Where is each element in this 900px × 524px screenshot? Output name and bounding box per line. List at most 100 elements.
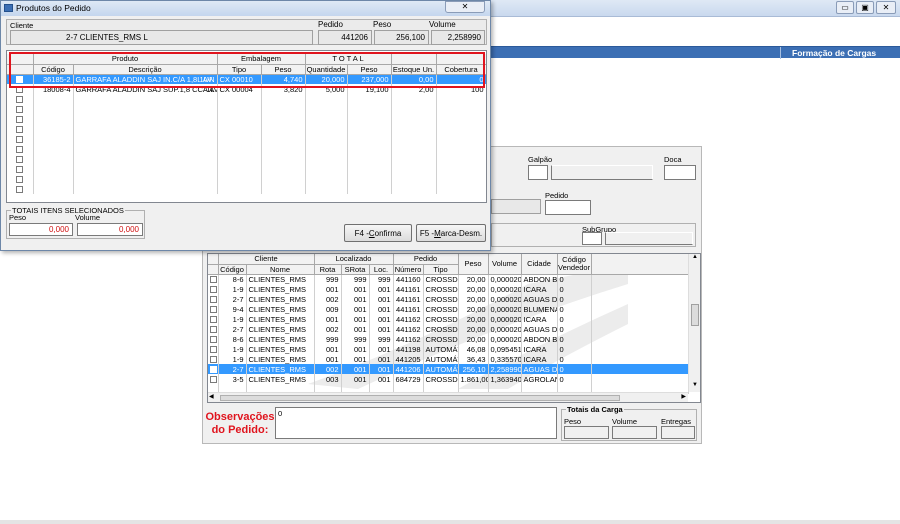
subgrupo-input[interactable] [582,232,602,245]
cell-srota: 001 [341,374,370,384]
empty-product-row[interactable] [7,114,486,124]
totais-selecionados-title: TOTAIS ITENS SELECIONADOS [11,206,125,215]
cell-codigo: 1-9 [218,354,247,364]
empty-product-row[interactable] [7,144,486,154]
cell-vendedor: 0 [557,314,592,324]
confirma-button[interactable]: F4 - Confirma [344,224,412,242]
product-checkbox[interactable] [16,126,24,134]
row-checkbox[interactable] [210,346,217,354]
table-row[interactable]: 2-7CLIENTES_RMS002001001441161CROSSDO(20… [208,294,689,304]
observacoes-textarea[interactable]: 0 [275,407,557,439]
table-row[interactable]: 1-9CLIENTES_RMS001001001441205AUTOMÁTI36… [208,354,689,364]
col-volume[interactable]: Volume [488,254,522,275]
subgrupo-group: SubGrupo [491,223,696,247]
galpao-desc-input[interactable] [551,165,653,180]
empty-product-row[interactable] [7,94,486,104]
galpao-input[interactable] [528,165,548,180]
dialog-close-icon[interactable]: ✕ [445,1,485,13]
table-row[interactable]: 2-7CLIENTES_RMS002001001441162CROSSDO(20… [208,324,689,334]
row-checkbox[interactable] [210,276,217,284]
totais-peso-field [564,426,609,439]
orders-horizontal-scrollbar[interactable]: ◀ ▶ [208,392,688,402]
product-checkbox[interactable] [16,156,24,164]
product-checkbox[interactable] [16,106,24,114]
empty-product-row[interactable] [7,164,486,174]
cell-loc: 001 [369,344,394,354]
cell-vendedor: 0 [557,294,592,304]
close-icon[interactable]: ✕ [876,1,896,14]
scroll-thumb[interactable] [691,304,699,326]
cell-peso: 256,10 [458,364,489,374]
product-checkbox[interactable] [16,136,24,144]
row-checkbox[interactable] [210,336,217,344]
cell-srota: 001 [341,294,370,304]
col-cidade[interactable]: Cidade [521,254,558,275]
h-scroll-thumb[interactable] [220,395,620,401]
col-nome[interactable]: Nome [246,264,315,275]
col-codigo[interactable]: Código [218,264,247,275]
group-header-pedido: Pedido [393,254,459,265]
cell-rota: 003 [314,374,342,384]
doca-input[interactable] [664,165,696,180]
col-peso[interactable]: Peso [458,254,489,275]
cell-peso: 36,43 [458,354,489,364]
empty-product-row[interactable] [7,174,486,184]
col-srota[interactable]: SRota [341,264,370,275]
product-checkbox[interactable] [16,96,24,104]
empty-product-row[interactable] [7,154,486,164]
cell-srota: 001 [341,354,370,364]
product-checkbox[interactable] [16,116,24,124]
col-codigo-vendedor[interactable]: Código Vendedor [557,254,592,275]
table-row[interactable]: 1-9CLIENTES_RMS001001001441198AUTOMÁTI46… [208,344,689,354]
cell-peso: 1.861,00 [458,374,489,384]
scroll-right-icon[interactable]: ▶ [681,393,686,400]
col-loc[interactable]: Loc. [369,264,394,275]
cell-nome: CLIENTES_RMS [246,324,315,334]
row-checkbox[interactable] [210,306,217,314]
minimize-icon[interactable]: ▭ [836,1,854,14]
row-checkbox[interactable] [210,366,217,374]
row-checkbox[interactable] [210,296,217,304]
product-checkbox[interactable] [16,186,24,194]
col-rota[interactable]: Rota [314,264,342,275]
empty-product-row[interactable] [7,104,486,114]
table-row[interactable]: 2-7CLIENTES_RMS002001001441206AUTOMÁTI25… [208,364,689,374]
empty-product-row[interactable] [7,184,486,194]
cell-codigo: 2-7 [218,364,247,374]
scroll-up-icon[interactable]: ▲ [689,254,700,264]
marca-desmarca-button[interactable]: F5 - Marca-Desm. [416,224,486,242]
cell-rota: 001 [314,314,342,324]
row-checkbox[interactable] [210,286,217,294]
product-checkbox[interactable] [16,176,24,184]
row-checkbox[interactable] [210,356,217,364]
pedido-input[interactable] [545,200,591,215]
subgrupo-desc-input[interactable] [605,232,693,245]
table-row[interactable]: 1-9CLIENTES_RMS001001001441161CROSSDO(20… [208,284,689,294]
cell-peso: 20,00 [458,274,489,284]
product-checkbox[interactable] [16,146,24,154]
product-checkbox[interactable] [16,166,24,174]
restore-icon[interactable]: ▣ [856,1,874,14]
col-numero[interactable]: Número [393,264,424,275]
cliente-label: Cliente [10,21,34,30]
row-checkbox[interactable] [210,326,217,334]
table-row[interactable]: 8-6CLIENTES_RMS999999999441162CROSSDO(20… [208,334,689,344]
scroll-left-icon[interactable]: ◀ [209,393,214,400]
cell-cidade: AGUAS DE ( [521,294,558,304]
cell-rota: 001 [314,284,342,294]
row-checkbox[interactable] [210,316,217,324]
table-row[interactable]: 3-5CLIENTES_RMS003001001684729CROSSDO(1.… [208,374,689,384]
table-row[interactable]: 9-4CLIENTES_RMS009001001441161CROSSDO(20… [208,304,689,314]
cell-codigo: 1-9 [218,284,247,294]
table-row[interactable]: 8-6CLIENTES_RMS999999999441160CROSSDO(20… [208,274,689,284]
col-tipo[interactable]: Tipo [423,264,459,275]
orders-vertical-scrollbar[interactable]: ▲ ▼ [688,254,700,392]
scroll-down-icon[interactable]: ▼ [689,382,700,392]
dialog-app-icon [4,4,13,12]
cell-cidade: ABDON BAT [521,274,558,284]
empty-product-row[interactable] [7,124,486,134]
table-row[interactable]: 1-9CLIENTES_RMS001001001441162CROSSDO(20… [208,314,689,324]
cell-loc: 001 [369,294,394,304]
empty-product-row[interactable] [7,134,486,144]
row-checkbox[interactable] [210,376,217,384]
